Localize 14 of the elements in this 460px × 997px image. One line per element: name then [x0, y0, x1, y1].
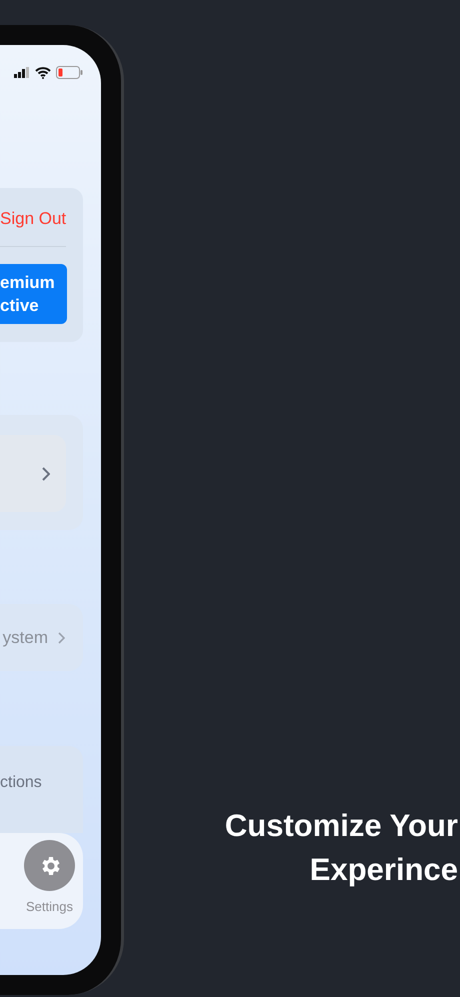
- battery-icon: [56, 66, 83, 79]
- chevron-right-icon: [42, 466, 50, 480]
- chevron-right-icon: [58, 632, 65, 644]
- option-row[interactable]: [0, 435, 66, 512]
- actions-label: ctions: [0, 773, 43, 793]
- sign-out-button[interactable]: Sign Out: [0, 206, 66, 232]
- system-row[interactable]: ystem: [0, 604, 83, 671]
- system-label: ystem: [2, 626, 48, 649]
- settings-icon: [24, 840, 75, 891]
- premium-button[interactable]: emium ctive: [0, 264, 67, 324]
- wifi-icon: [35, 66, 51, 78]
- headline: Customize Your Experince: [224, 807, 459, 889]
- settings-tab[interactable]: Settings: [24, 840, 75, 929]
- signal-icon: [14, 67, 30, 78]
